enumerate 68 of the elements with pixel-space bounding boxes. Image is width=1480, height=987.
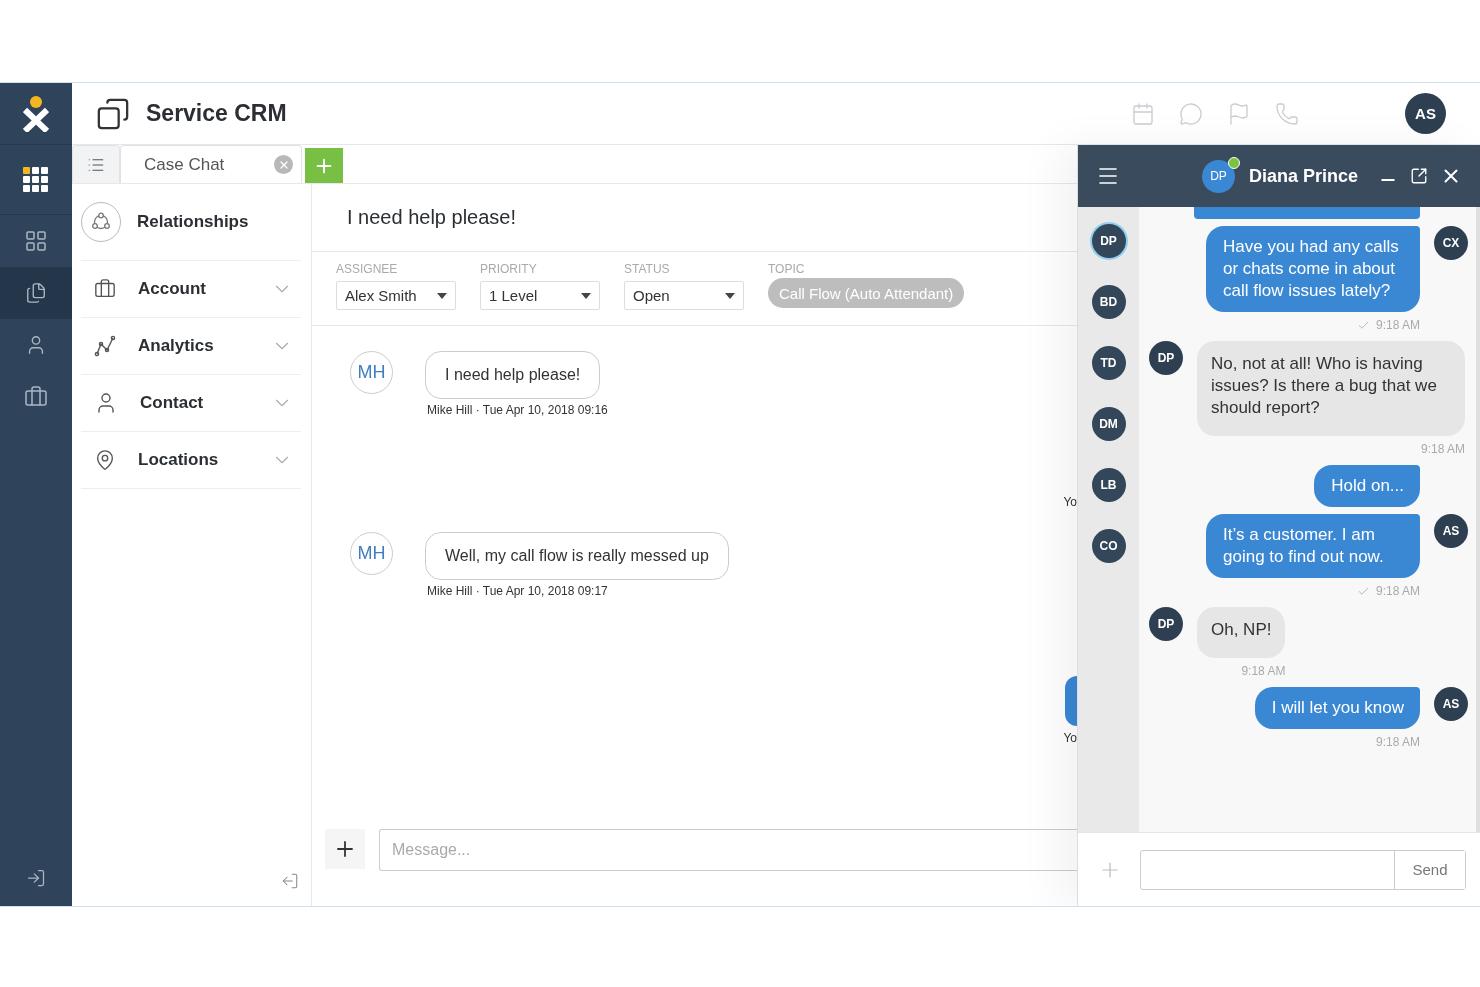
avatar: AS	[1434, 687, 1468, 721]
collapse-icon[interactable]	[281, 872, 299, 890]
message-time: 9:18 AM	[1241, 664, 1286, 678]
send-button[interactable]: Send	[1394, 850, 1465, 889]
list-button[interactable]	[72, 145, 120, 183]
briefcase-icon	[94, 278, 116, 300]
app-title: Service CRM	[146, 100, 287, 127]
contact-avatar[interactable]: DM	[1091, 407, 1126, 441]
message-meta: Yo	[1063, 731, 1077, 745]
field-label: PRIORITY	[480, 262, 538, 276]
contact-avatar[interactable]: DP	[1091, 224, 1126, 258]
message-time: 9:18 AM	[1420, 442, 1465, 456]
avatar: DP	[1149, 607, 1183, 641]
line-chart-icon	[94, 335, 116, 357]
grid-icon	[23, 166, 49, 193]
sidebar-item[interactable]: Contact	[81, 375, 301, 432]
message-bubble: Have you had any calls or chats come in about call flow issues lately?	[1206, 226, 1420, 312]
app-icon	[96, 96, 130, 131]
message-bubble: I need help please!	[425, 351, 601, 399]
field-label: ASSIGNEE	[336, 262, 399, 276]
sidebar-item[interactable]: Analytics	[81, 318, 301, 375]
apps-icon	[24, 229, 48, 253]
add-tab-button[interactable]	[305, 148, 343, 184]
caret-icon	[725, 292, 735, 299]
message-time: 9:18 AM	[1375, 735, 1420, 749]
avatar: CX	[1434, 226, 1468, 260]
message-bubble: Hold on...	[1314, 465, 1420, 507]
message-bubble: It’s a customer. I am going to find out now.	[1206, 514, 1420, 578]
avatar: DP	[1149, 341, 1183, 375]
contact-avatar[interactable]: LB	[1091, 468, 1126, 502]
contact-avatar[interactable]: BD	[1091, 285, 1126, 319]
sidebar-item[interactable]: Account	[81, 261, 301, 318]
case-title: I need help please!	[312, 184, 1077, 252]
message-meta: Mike Hill · Tue Apr 10, 2018 09:16	[426, 403, 608, 417]
message-bubble: Oh, NP!	[1197, 607, 1286, 658]
logo-icon	[23, 95, 49, 132]
pop-out-icon[interactable]	[1410, 167, 1428, 185]
message-time: 9:18 AM	[1356, 584, 1420, 598]
caret-icon	[581, 292, 591, 299]
nav-item[interactable]	[0, 267, 72, 319]
tab[interactable]: Case Chat	[120, 145, 302, 183]
dropdown[interactable]: 1 Level	[480, 281, 600, 310]
avatar: AS	[1434, 514, 1468, 548]
contact-avatar[interactable]: TD	[1091, 346, 1126, 380]
sidebar-item[interactable]: Locations	[81, 432, 301, 489]
map-pin-icon	[94, 449, 116, 471]
avatar: DP	[1202, 159, 1235, 193]
add-button[interactable]	[325, 829, 365, 869]
message-meta: Mike Hill · Tue Apr 10, 2018 09:17	[426, 584, 609, 598]
dropdown[interactable]: Open	[624, 281, 744, 310]
message-input[interactable]: Send	[1140, 849, 1466, 890]
sidebar-heading: Relationships	[137, 212, 249, 232]
caret-icon	[437, 292, 447, 299]
logout-icon[interactable]	[26, 868, 46, 888]
documents-icon	[25, 282, 47, 304]
message-time: 9:18 AM	[1356, 318, 1420, 332]
message-meta: Yo	[1063, 495, 1077, 509]
briefcase-icon	[24, 385, 48, 409]
field-label: STATUS	[624, 262, 671, 276]
chat-title: Diana Prince	[1249, 165, 1359, 187]
message-bubble: I will let you know	[1254, 687, 1420, 729]
dropdown[interactable]: Alex Smith	[336, 281, 456, 310]
message-input[interactable]: Message...	[379, 829, 1077, 871]
message-bubble: No, not at all! Who is having issues? Is there a bug that we should report?	[1197, 341, 1465, 436]
user-avatar[interactable]: AS	[1405, 93, 1446, 134]
message-bubble: Well, my call flow is really messed up	[425, 532, 729, 580]
contact-avatar[interactable]: CO	[1091, 529, 1126, 563]
field-label: TOPIC	[768, 262, 806, 276]
